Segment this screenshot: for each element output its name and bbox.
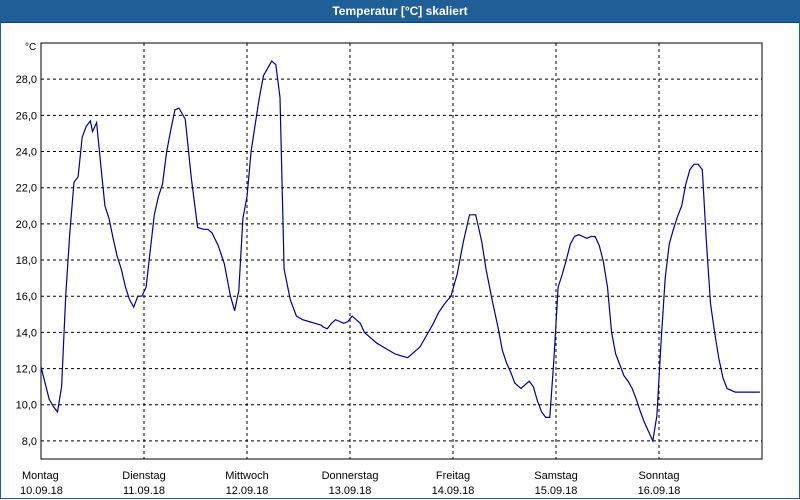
x-day-label: Dienstag: [122, 470, 165, 482]
plot-area: [40, 42, 763, 460]
x-date-label: 14.09.18: [432, 485, 475, 497]
x-day-label: Montag: [22, 470, 59, 482]
y-tick-label: 16,0: [16, 291, 37, 303]
x-date-label: 11.09.18: [123, 485, 165, 497]
x-date-label: 12.09.18: [226, 485, 269, 497]
x-day-label: Sonntag: [639, 470, 680, 482]
temperature-chart: 8,0 10,0 12,0 14,0 16,0 18,0 20,0 22,0 24,0 26,0 2…: [16, 42, 763, 497]
y-axis-labels: 8,0 10,0 12,0 14,0 16,0 18,0 20,0 22,0 24,0 26,0 2…: [16, 74, 37, 448]
y-tick-label: 28,0: [16, 74, 37, 86]
x-date-label: 10.09.18: [20, 485, 63, 497]
y-tick-label: 12,0: [16, 364, 37, 376]
x-date-label: 13.09.18: [329, 485, 372, 497]
x-day-label: Mittwoch: [225, 470, 268, 482]
y-tick-label: 18,0: [16, 255, 37, 267]
x-axis-labels: Montag 10.09.18 Dienstag 11.09.18 Mittwoch 12…: [20, 470, 680, 497]
x-day-label: Freitag: [436, 470, 470, 482]
y-tick-label: 8,0: [22, 436, 37, 448]
y-unit-label: °C: [25, 42, 36, 53]
x-date-label: 16.09.18: [638, 485, 681, 497]
y-tick-label: 24,0: [16, 147, 37, 159]
y-tick-label: 20,0: [16, 219, 37, 231]
y-tick-label: 14,0: [16, 327, 37, 339]
y-tick-label: 10,0: [16, 400, 37, 412]
x-day-label: Samstag: [534, 470, 577, 482]
y-tick-label: 22,0: [16, 183, 37, 195]
x-date-label: 15.09.18: [535, 485, 578, 497]
y-tick-label: 26,0: [16, 110, 37, 122]
x-day-label: Donnerstag: [322, 470, 379, 482]
